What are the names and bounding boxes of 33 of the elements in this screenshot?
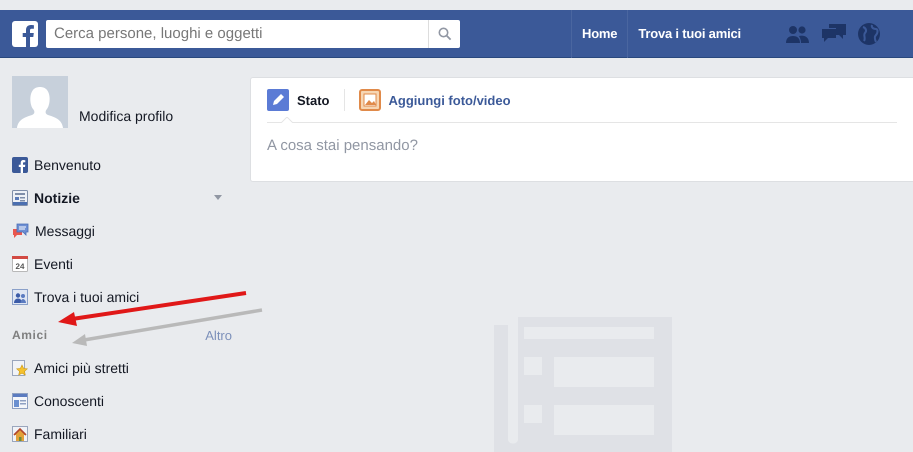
caret-icon[interactable]: [214, 195, 222, 200]
sidebar-item[interactable]: Trova i tuoi amici: [12, 280, 250, 313]
chat-bubbles-icon: [12, 222, 29, 238]
calendar-day: 24: [16, 262, 24, 270]
messages-icon[interactable]: [820, 22, 847, 44]
status-input[interactable]: A cosa stai pensando?: [267, 137, 667, 154]
sidebar-item[interactable]: Amici più stretti: [12, 351, 250, 384]
sidebar-item[interactable]: Conoscenti: [12, 384, 250, 417]
search-icon: [438, 26, 452, 40]
nav-link[interactable]: Trova i tuoi amici: [627, 10, 751, 58]
sidebar-item[interactable]: Benvenuto: [12, 148, 250, 181]
search-button[interactable]: [428, 20, 460, 48]
sidebar-item[interactable]: 24 Eventi: [12, 247, 250, 280]
profile-avatar[interactable]: [12, 76, 68, 128]
newspaper-icon: [12, 190, 28, 206]
photo-icon: [358, 89, 380, 111]
composer-tab[interactable]: Stato: [267, 78, 344, 122]
facebook-logo-icon[interactable]: [12, 156, 28, 172]
house-icon: [12, 426, 28, 442]
sidebar-item[interactable]: Messaggi: [12, 214, 250, 247]
sidebar-item[interactable]: Notizie: [12, 181, 250, 214]
section-heading: Amici: [12, 328, 48, 342]
nav-link[interactable]: Home: [571, 10, 628, 58]
sidebar-item[interactable]: Familiari: [12, 417, 250, 450]
edit-profile-link[interactable]: Modifica profilo: [79, 108, 174, 128]
contact-card-icon: [12, 392, 28, 408]
friend-requests-icon[interactable]: [784, 24, 811, 44]
globe-icon[interactable]: [856, 22, 881, 46]
pencil-icon: [267, 89, 289, 111]
people-icon: [12, 288, 28, 304]
search-field[interactable]: Cerca persone, luoghi e oggetti: [46, 20, 428, 48]
facebook-logo-icon[interactable]: [12, 20, 38, 46]
composer-tab[interactable]: Aggiungi foto/video: [344, 89, 525, 111]
